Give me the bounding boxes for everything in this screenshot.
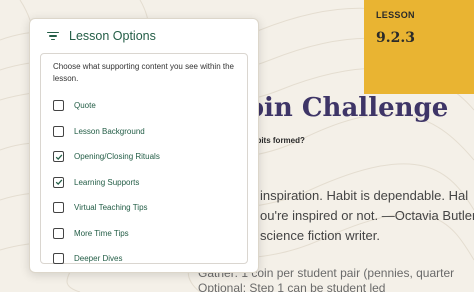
option-quote[interactable]: Quote [53, 93, 247, 119]
option-label: Deeper Dives [74, 254, 123, 264]
lesson-question: abits formed? [252, 136, 305, 145]
option-label: Quote [74, 101, 96, 111]
option-label: Learning Supports [74, 177, 140, 187]
check-icon [55, 154, 62, 160]
option-label: Opening/Closing Rituals [74, 152, 160, 162]
option-label: More Time Tips [74, 228, 129, 238]
option-learning-supports[interactable]: Learning Supports [53, 170, 247, 196]
option-deeper-dives[interactable]: Deeper Dives [53, 246, 247, 272]
option-label: Lesson Background [74, 126, 145, 136]
checkbox[interactable] [53, 253, 64, 265]
option-more-time-tips[interactable]: More Time Tips [53, 221, 247, 247]
checkbox[interactable] [53, 202, 64, 214]
quote-line: inspiration. Habit is dependable. Hal [260, 188, 469, 203]
filter-icon [46, 30, 60, 42]
checkbox[interactable] [53, 227, 64, 239]
options-list: Choose what supporting content you see w… [40, 53, 248, 265]
option-opening-closing-rituals[interactable]: Opening/Closing Rituals [53, 144, 247, 170]
checkbox[interactable] [53, 125, 64, 137]
options-description: Choose what supporting content you see w… [53, 62, 235, 83]
checkbox[interactable] [53, 151, 64, 163]
option-label: Virtual Teaching Tips [74, 203, 148, 213]
checkbox[interactable] [53, 176, 64, 188]
lesson-options-toggle[interactable]: Lesson Options [30, 19, 258, 53]
materials-line: Optional: Step 1 can be student led [198, 281, 386, 292]
lesson-badge: LESSON 9.2.3 [364, 0, 474, 94]
quote-line: science fiction writer. [260, 228, 380, 243]
option-virtual-teaching-tips[interactable]: Virtual Teaching Tips [53, 195, 247, 221]
checkbox[interactable] [53, 100, 64, 112]
lesson-options-panel: Lesson Options Choose what supporting co… [29, 18, 259, 273]
option-lesson-background[interactable]: Lesson Background [53, 119, 247, 145]
lesson-label: LESSON [376, 10, 415, 20]
lesson-number: 9.2.3 [376, 30, 415, 46]
check-icon [55, 179, 62, 186]
panel-title: Lesson Options [69, 29, 156, 43]
page-title: Coin Challenge [226, 93, 449, 123]
quote-line: ou're inspired or not. —Octavia Butler [260, 208, 474, 223]
